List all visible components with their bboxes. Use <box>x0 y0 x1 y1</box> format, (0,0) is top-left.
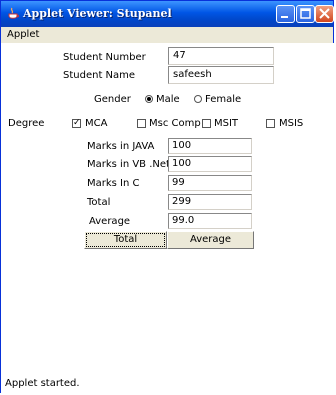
c-marks-field[interactable]: 99 <box>168 175 252 191</box>
total-label: Total <box>87 197 111 208</box>
student-number-field[interactable]: 47 <box>168 47 274 65</box>
java-cup-icon <box>8 7 19 19</box>
degree-msit-label: MSIT <box>214 118 239 129</box>
degree-label: Degree <box>8 118 45 129</box>
average-label: Average <box>89 216 131 227</box>
menu-applet[interactable]: Applet <box>7 29 39 40</box>
degree-msc-checkbox[interactable] <box>137 119 146 128</box>
total-button[interactable]: Total <box>84 231 167 249</box>
title-bar[interactable]: Applet Viewer: Stupanel <box>1 1 334 27</box>
gender-female-radio[interactable] <box>194 95 202 103</box>
total-field[interactable]: 299 <box>168 194 252 210</box>
java-marks-label: Marks in JAVA <box>87 141 155 152</box>
student-name-label: Student Name <box>63 70 136 81</box>
status-bar: Applet started. <box>5 378 80 389</box>
close-icon <box>319 8 330 19</box>
gender-female-label: Female <box>205 94 242 105</box>
student-number-label: Student Number <box>63 52 146 63</box>
vb-marks-field[interactable]: 100 <box>168 156 252 172</box>
degree-msis-checkbox[interactable] <box>266 119 275 128</box>
average-button[interactable]: Average <box>167 231 254 249</box>
gender-male-radio[interactable] <box>145 95 153 103</box>
student-name-field[interactable]: safeesh <box>168 66 274 84</box>
degree-msit-checkbox[interactable] <box>202 119 211 128</box>
gender-label: Gender <box>94 94 131 105</box>
maximize-button[interactable] <box>296 5 315 23</box>
window-title: Applet Viewer: Stupanel <box>23 7 172 20</box>
minimize-button[interactable] <box>276 5 295 23</box>
degree-msc-label: Msc Comp <box>149 118 201 129</box>
degree-mca-label: MCA <box>85 118 108 129</box>
maximize-icon <box>300 8 311 19</box>
close-button[interactable] <box>315 5 334 23</box>
student-panel: Student Number 47 Student Name safeesh G… <box>1 43 334 394</box>
menu-bar: Applet <box>1 27 333 43</box>
gender-male-label: Male <box>156 94 180 105</box>
applet-window: Applet Viewer: Stupanel Applet Student N… <box>0 0 334 394</box>
average-field[interactable]: 99.0 <box>168 213 252 229</box>
degree-mca-checkbox[interactable]: ✓ <box>72 119 81 128</box>
degree-msis-label: MSIS <box>279 118 304 129</box>
minimize-icon <box>281 16 288 18</box>
c-marks-label: Marks In C <box>87 178 140 189</box>
java-marks-field[interactable]: 100 <box>168 138 252 154</box>
vb-marks-label: Marks in VB .Net <box>87 159 170 170</box>
